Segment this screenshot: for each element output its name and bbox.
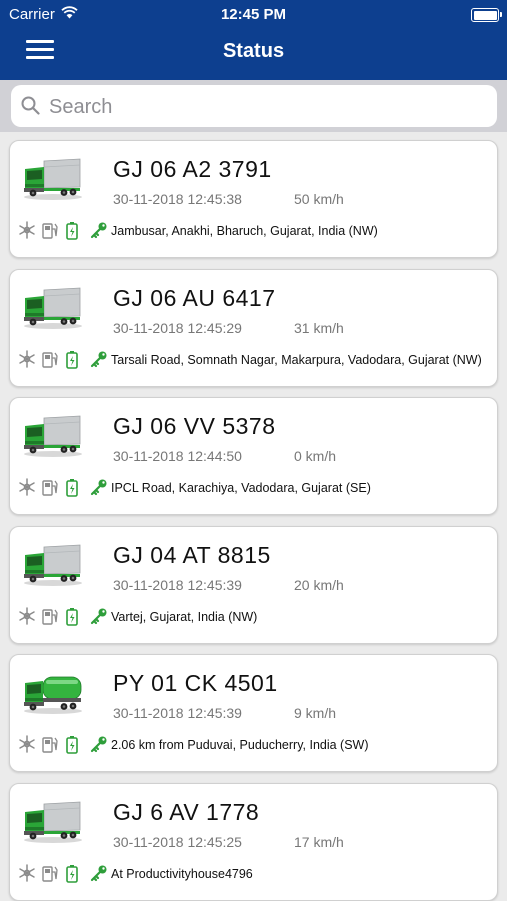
vehicle-timestamp: 30-11-2018 12:45:38	[113, 191, 242, 207]
search-icon	[21, 96, 40, 115]
fuel-pump-icon	[42, 351, 58, 368]
vehicle-speed: 31 km/h	[294, 319, 344, 336]
vehicle-timestamp: 30-11-2018 12:45:25	[113, 833, 242, 850]
vehicle-plate: GJ 06 A2 3791	[113, 156, 272, 182]
vehicle-address: Tarsali Road, Somnath Nagar, Makarpura, …	[111, 352, 482, 367]
vehicle-plate: GJ 06 VV 5378	[113, 413, 276, 439]
vehicle-plate: GJ 04 AT 8815	[113, 541, 271, 568]
vehicle-card[interactable]: GJ 6 AV 1778 30-11-2018 12:45:25 17 km/h A…	[9, 782, 498, 901]
fuel-pump-icon	[42, 737, 58, 753]
vehicle-speed: 0 km/h	[294, 448, 337, 464]
vehicle-address: Jambusar, Anakhi, Bharuch, Gujarat, Indi…	[111, 224, 378, 238]
vehicle-plate: GJ 6 AV 1778	[113, 798, 260, 825]
ignition-key-icon	[90, 479, 107, 496]
vehicle-timestamp: 30-11-2018 12:45:29	[113, 319, 242, 336]
fuel-pump-icon	[42, 223, 58, 239]
vehicle-timestamp: 30-11-2018 12:45:39	[113, 705, 242, 721]
nav-header: Carrier 12:45 PM Status	[0, 0, 507, 80]
vehicle-address: 2.06 km from Puduvai, Puducherry, India …	[111, 738, 369, 752]
battery-icon	[66, 864, 78, 883]
fuel-pump-icon	[42, 865, 58, 882]
snowflake-icon	[19, 863, 35, 882]
status-bar: Carrier 12:45 PM	[0, 0, 507, 30]
snowflake-icon	[19, 735, 35, 753]
truck-icon	[22, 800, 84, 844]
ignition-key-icon	[90, 608, 107, 624]
ignition-key-icon	[90, 351, 107, 367]
vehicle-speed: 17 km/h	[294, 833, 344, 850]
status-icons	[13, 735, 113, 755]
clock: 12:45 PM	[220, 6, 287, 23]
battery-icon	[66, 222, 78, 240]
snowflake-icon	[19, 349, 35, 368]
battery-icon	[66, 607, 78, 626]
status-icons	[13, 478, 113, 498]
search-bar	[0, 80, 507, 132]
search-field[interactable]	[11, 85, 497, 127]
fuel-pump-icon	[42, 480, 58, 496]
vehicle-card[interactable]: GJ 04 AT 8815 30-11-2018 12:45:39 20 km/h …	[9, 525, 498, 644]
page-title: Status	[222, 40, 285, 62]
truck-icon	[22, 286, 84, 330]
status-icons	[13, 221, 113, 241]
snowflake-icon	[19, 221, 35, 239]
vehicle-card[interactable]: GJ 06 VV 5378 30-11-2018 12:44:50 0 km/h I…	[9, 397, 498, 515]
vehicle-address: IPCL Road, Karachiya, Vadodara, Gujarat …	[111, 481, 371, 495]
vehicle-address: Vartej, Gujarat, India (NW)	[111, 609, 258, 624]
fuel-pump-icon	[42, 608, 58, 625]
vehicle-timestamp: 30-11-2018 12:45:39	[113, 576, 242, 593]
status-icons	[13, 349, 113, 370]
snowflake-icon	[19, 478, 35, 496]
vehicle-speed: 9 km/h	[294, 705, 337, 721]
vehicle-plate: PY 01 CK 4501	[113, 670, 278, 696]
vehicle-plate: GJ 06 AU 6417	[113, 284, 276, 311]
status-icons	[13, 606, 113, 627]
search-input[interactable]	[47, 91, 491, 123]
truck-icon	[22, 543, 84, 587]
battery-icon	[66, 479, 78, 497]
vehicle-speed: 50 km/h	[294, 191, 344, 207]
truck-icon	[22, 414, 84, 458]
device-battery-icon	[471, 8, 502, 22]
vehicle-card[interactable]: GJ 06 A2 3791 30-11-2018 12:45:38 50 km/h …	[9, 140, 498, 258]
ignition-key-icon	[90, 222, 107, 239]
snowflake-icon	[19, 606, 35, 625]
vehicle-timestamp: 30-11-2018 12:44:50	[113, 448, 242, 464]
vehicle-address: At Productivityhouse4796	[111, 866, 253, 881]
vehicle-card[interactable]: PY 01 CK 4501 30-11-2018 12:45:39 9 km/h 2…	[9, 654, 498, 772]
battery-icon	[66, 736, 78, 754]
ignition-key-icon	[90, 865, 107, 881]
ignition-key-icon	[90, 736, 107, 753]
status-icons	[13, 863, 113, 884]
truck-icon	[22, 157, 84, 201]
vehicle-card[interactable]: GJ 06 AU 6417 30-11-2018 12:45:29 31 km/h …	[9, 268, 498, 387]
vehicle-speed: 20 km/h	[294, 576, 344, 593]
battery-icon	[66, 350, 78, 369]
tanker-truck-icon	[22, 671, 84, 715]
